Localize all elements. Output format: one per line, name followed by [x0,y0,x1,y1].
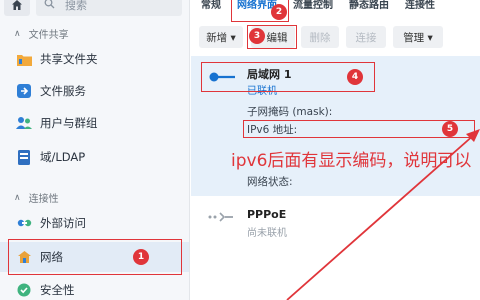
home-icon [12,0,22,10]
search-icon [44,0,55,12]
annotation-badge-1: 1 [133,249,149,265]
home-button[interactable] [4,0,30,16]
search-placeholder: 搜索 [65,0,87,12]
sidebar-item-shared-folder[interactable]: 共享文件夹 [0,44,189,74]
shield-icon [16,282,32,298]
section-header-file-sharing[interactable]: ∧ 文件共享 [14,26,69,42]
sidebar-item-domain-ldap[interactable]: 域/LDAP [0,142,189,172]
annotation-arrow [286,129,480,300]
main-content: 常规 网络界面 流量控制 静态路由 连接性 2 新增 ▾ 编辑 删除 连接 管理… [191,0,480,300]
external-access-icon [16,215,32,231]
folder-icon [16,51,32,67]
chevron-up-icon: ∧ [14,28,21,39]
domain-icon [16,149,32,165]
users-icon [16,115,32,131]
file-services-icon [16,83,32,99]
section-header-connectivity[interactable]: ∧ 连接性 [14,190,59,206]
sidebar-item-file-services[interactable]: 文件服务 [0,76,189,106]
sidebar-item-users-groups[interactable]: 用户与群组 [0,108,189,138]
chevron-up-icon: ∧ [14,192,21,203]
search-input[interactable]: 搜索 [36,0,182,16]
sidebar: 搜索 ∧ 文件共享 共享文件夹 文件服务 用户与群组 域/LDAP ∧ 连接性 [0,0,190,300]
annotation-box-network [8,239,182,275]
sidebar-item-external-access[interactable]: 外部访问 [0,208,189,238]
sidebar-item-security[interactable]: 安全性 [0,275,189,300]
